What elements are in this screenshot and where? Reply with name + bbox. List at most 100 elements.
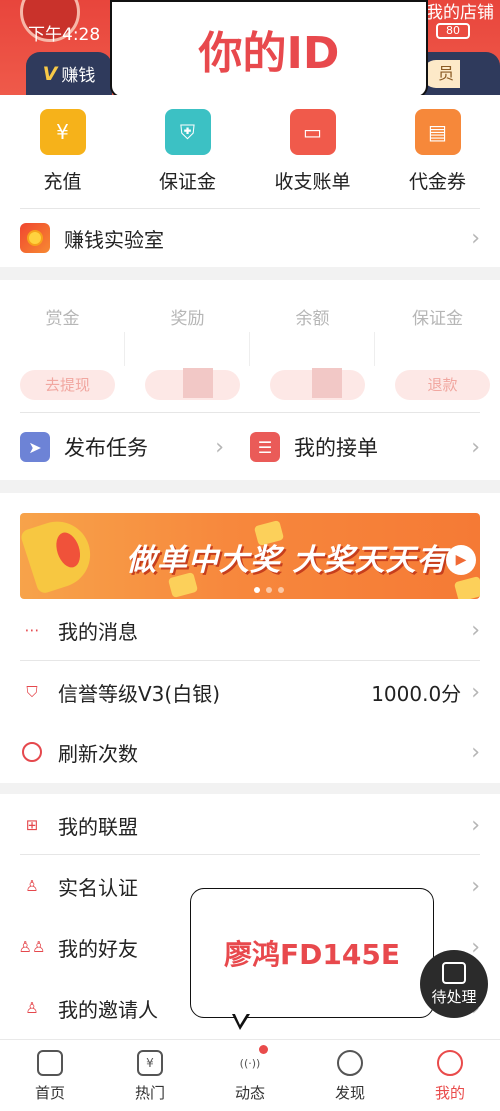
quick-action-coupon[interactable]: ▤ 代金券: [375, 95, 500, 207]
user-check-icon: ♙: [25, 877, 39, 895]
nav-hot[interactable]: ¥ 热门: [100, 1040, 200, 1111]
chevron-right-icon: ›: [471, 617, 480, 643]
coin-icon: [453, 575, 480, 599]
chevron-right-icon: ›: [471, 434, 480, 460]
badge-icon: ⛉: [26, 683, 38, 701]
compass-icon: [337, 1050, 363, 1076]
users-icon: ♙♙: [18, 938, 46, 956]
menu-item-label: 刷新次数: [58, 741, 138, 766]
nav-label: 发现: [334, 1084, 365, 1102]
earn-badge[interactable]: V 赚钱: [26, 52, 112, 95]
nav-label: 动态: [234, 1084, 265, 1102]
chevron-right-icon: ›: [471, 739, 480, 765]
menu-item-label: 我的联盟: [58, 814, 138, 839]
user-share-icon: ♙: [25, 999, 39, 1017]
recharge-icon: ¥: [39, 109, 86, 155]
publish-task-entry[interactable]: ➤ 发布任务 ›: [20, 432, 250, 462]
nav-discover[interactable]: 发现: [300, 1040, 400, 1111]
nav-label: 热门: [134, 1084, 165, 1102]
nav-profile[interactable]: 我的: [400, 1040, 500, 1111]
feed-icon: ((·)): [237, 1045, 268, 1076]
nav-label: 首页: [34, 1084, 65, 1102]
redaction-block: [183, 368, 213, 398]
bookmark-icon: ⊞: [25, 816, 39, 834]
menu-item-label: 实名认证: [58, 875, 138, 900]
quick-action-bills[interactable]: ▭ 收支账单: [250, 95, 375, 207]
chevron-right-icon: ›: [471, 873, 480, 899]
refresh-icon: [20, 740, 44, 764]
divider: [20, 412, 480, 413]
my-shop-link[interactable]: 我的店铺: [426, 0, 494, 23]
stat-label: 余额: [295, 309, 330, 329]
wallet-stats-card: 赏金 去提现 奖励 去 余额 保证金 退款 ➤ 发布任务 › ☰: [0, 280, 500, 480]
menu-item-label: 我的消息: [58, 619, 138, 644]
menu-item-label: 我的邀请人: [58, 997, 158, 1022]
notification-dot: [259, 1045, 268, 1054]
megaphone-icon: [20, 513, 99, 595]
home-icon: [37, 1050, 63, 1076]
send-icon: ➤: [20, 432, 50, 462]
menu-item-messages[interactable]: ⋯ 我的消息 ›: [20, 599, 481, 661]
my-orders-label: 我的接单: [294, 436, 378, 460]
my-orders-entry[interactable]: ☰ 我的接单 ›: [250, 432, 480, 462]
quick-action-deposit[interactable]: ⛨ 保证金: [125, 95, 250, 207]
bottom-nav: 首页 ¥ 热门 ((·)) 动态 发现 我的: [0, 1039, 500, 1111]
menu-item-alliance[interactable]: ⊞ 我的联盟 ›: [20, 794, 480, 856]
nav-home[interactable]: 首页: [0, 1040, 100, 1111]
earn-badge-label: 赚钱: [61, 66, 96, 86]
quick-actions: ¥ 充值 ⛨ 保证金 ▭ 收支账单 ▤ 代金券: [0, 95, 500, 207]
pending-fab[interactable]: 待处理: [420, 950, 488, 1018]
profile-header: 下午4:28 80 我的店铺 V 赚钱 员 你的ID: [0, 0, 500, 95]
nav-feed[interactable]: ((·)) 动态: [200, 1040, 300, 1111]
redaction-block: [312, 368, 342, 398]
bubble-tail: [232, 1012, 250, 1030]
wallet-icon: ▭: [289, 109, 336, 155]
play-icon: ▶: [446, 545, 476, 575]
refund-button[interactable]: 退款: [395, 370, 490, 400]
stat-label: 赏金: [45, 309, 80, 329]
coin-icon: [20, 223, 50, 253]
task-row: ➤ 发布任务 › ☰ 我的接单 ›: [20, 416, 480, 478]
order-list-icon: ☰: [250, 432, 280, 462]
quick-action-label: 收支账单: [274, 171, 351, 193]
chevron-right-icon: ›: [471, 225, 480, 251]
quick-action-recharge[interactable]: ¥ 充值: [0, 95, 125, 207]
status-time: 下午4:28: [28, 25, 101, 45]
earn-lab-row[interactable]: 赚钱实验室 ›: [20, 208, 480, 268]
menu-item-label: 我的好友: [58, 936, 138, 961]
credit-score-value: 1000.0分: [371, 681, 462, 706]
chevron-right-icon: ›: [471, 812, 480, 838]
withdraw-button[interactable]: 去提现: [20, 370, 115, 400]
name-annotation-bubble: 廖鸿FD145E: [190, 888, 434, 1018]
coupon-icon: ▤: [414, 109, 461, 155]
shield-icon: ⛨: [164, 109, 211, 155]
chevron-right-icon: ›: [215, 434, 224, 460]
quick-action-label: 充值: [43, 171, 82, 193]
publish-task-label: 发布任务: [64, 436, 148, 460]
stat-label: 保证金: [412, 309, 463, 329]
menu-item-credit-level[interactable]: ⛉ 信誉等级V3(白银) 1000.0分 ›: [20, 661, 480, 723]
quick-action-label: 代金券: [408, 171, 466, 193]
chevron-right-icon: ›: [471, 679, 480, 705]
stats-row: 赏金 去提现 奖励 去 余额 保证金 退款: [0, 280, 500, 410]
message-icon: ⋯: [24, 621, 40, 639]
nav-label: 我的: [434, 1084, 465, 1102]
battery-icon: 80: [436, 23, 470, 39]
stat-bounty: 赏金 去提现: [0, 280, 125, 410]
banner-menu-card: 做单中大奖 大奖天天有 ▶ ⋯ 我的消息 › ⛉ 信誉等级V3(白银) 1000…: [0, 493, 500, 783]
profile-icon: [437, 1050, 463, 1076]
hot-icon: ¥: [137, 1050, 163, 1076]
stat-reward: 奖励 去: [125, 280, 250, 410]
earn-lab-label: 赚钱实验室: [64, 227, 164, 252]
stat-label: 奖励: [170, 309, 205, 329]
stat-balance: 余额: [250, 280, 375, 410]
vip-v-icon: V: [42, 62, 58, 85]
clock-doc-icon: [442, 961, 466, 984]
menu-item-label: 信誉等级V3(白银): [58, 681, 221, 706]
quick-action-label: 保证金: [158, 171, 216, 193]
menu-item-refresh-count[interactable]: 刷新次数 ›: [20, 721, 480, 783]
promo-banner[interactable]: 做单中大奖 大奖天天有 ▶: [20, 513, 480, 599]
quick-actions-card: ¥ 充值 ⛨ 保证金 ▭ 收支账单 ▤ 代金券 赚钱实验室 ›: [0, 95, 500, 267]
id-annotation-bubble: 你的ID: [110, 0, 428, 95]
banner-text: 做单中大奖 大奖天天有: [126, 543, 448, 578]
